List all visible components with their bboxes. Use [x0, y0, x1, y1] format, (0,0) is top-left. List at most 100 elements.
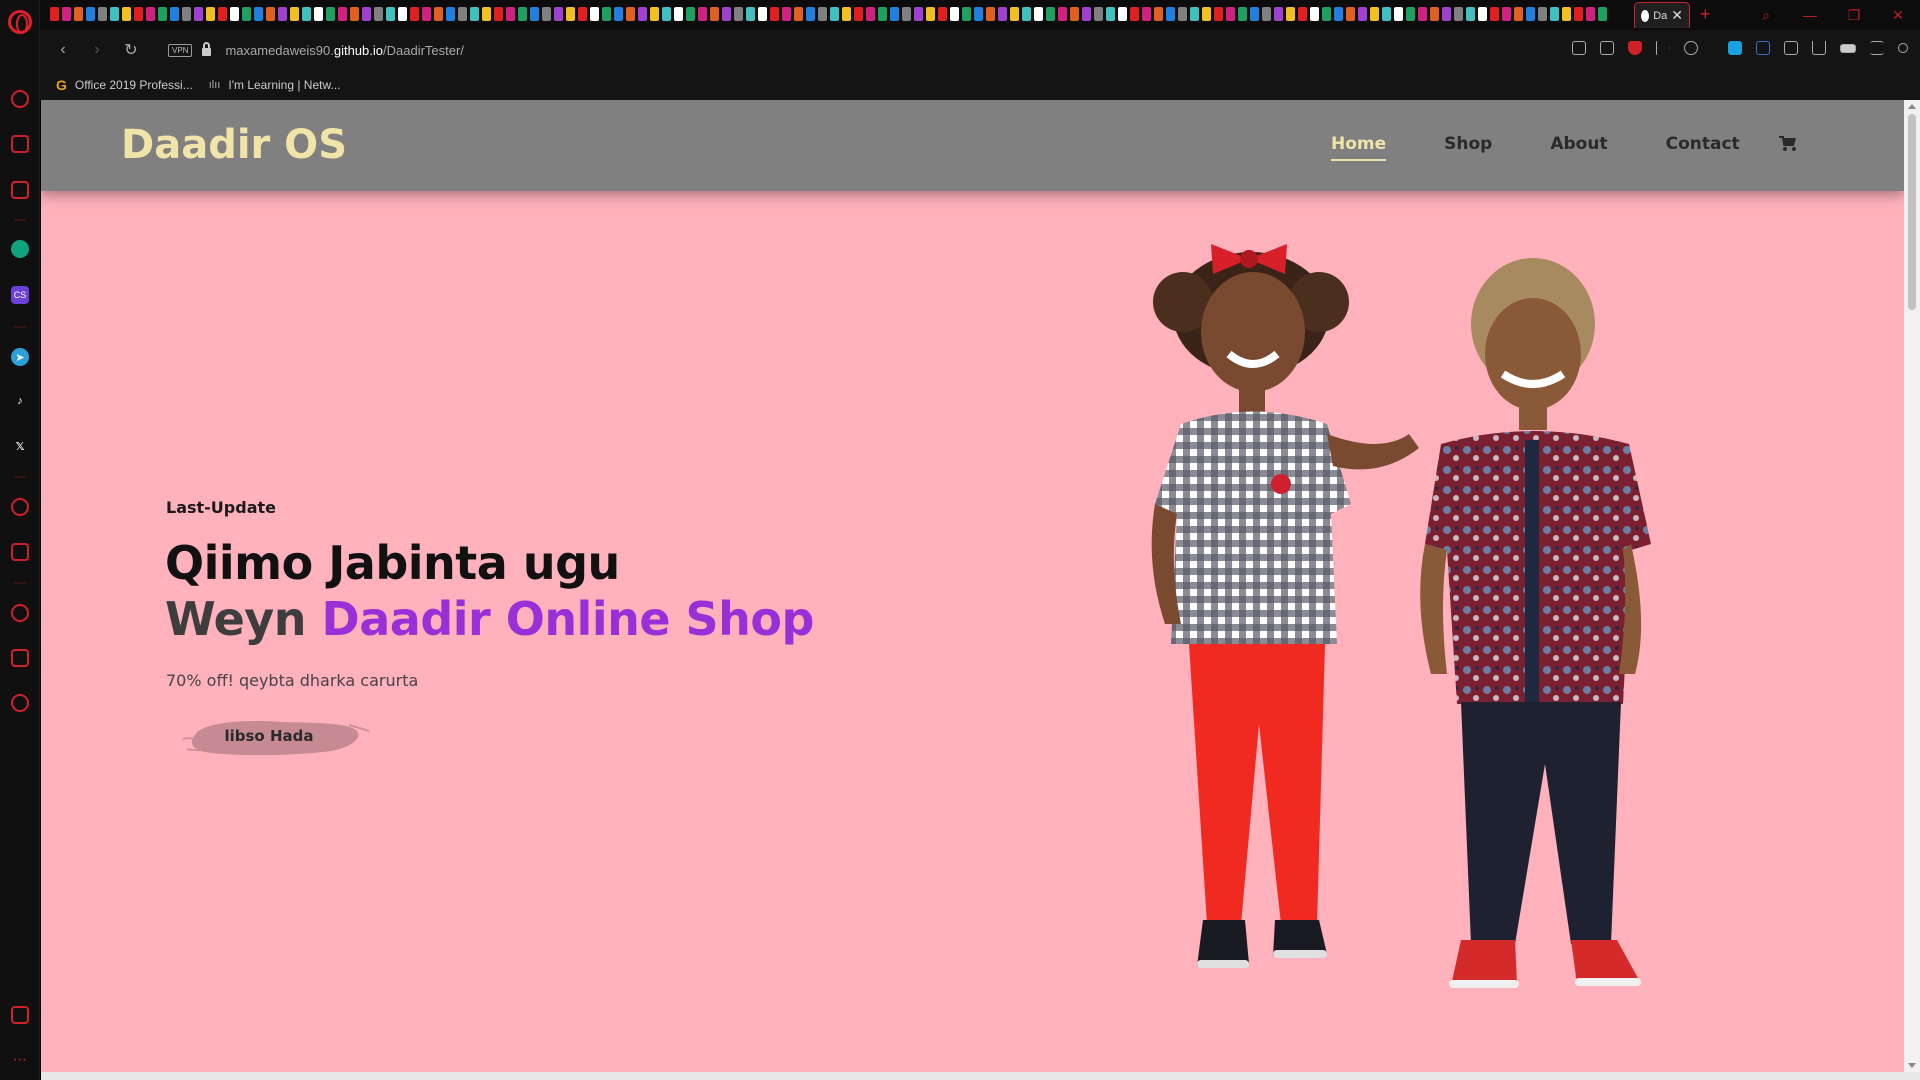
tab-favicon-icon[interactable] [854, 7, 863, 21]
tab-favicon-icon[interactable] [986, 7, 995, 21]
tab-favicon-icon[interactable] [1130, 7, 1139, 21]
tab-favicon-icon[interactable] [1154, 7, 1163, 21]
cart-icon[interactable] [1779, 136, 1797, 151]
reload-icon[interactable]: ↻ [114, 40, 148, 60]
tab-favicon-icon[interactable] [1178, 7, 1187, 21]
tab-favicon-icon[interactable] [1598, 7, 1607, 21]
tab-favicon-icon[interactable] [422, 7, 431, 21]
tab-favicon-icon[interactable] [302, 7, 311, 21]
aria-icon[interactable] [11, 181, 29, 199]
tab-favicon-icon[interactable] [74, 7, 83, 21]
tab-favicon-icon[interactable] [122, 7, 131, 21]
extensions-cube-icon[interactable] [1784, 41, 1798, 55]
bookmark-netacad[interactable]: ılıı I'm Learning | Netw... [209, 78, 341, 92]
tab-favicon-icon[interactable] [626, 7, 635, 21]
tab-favicon-icon[interactable] [866, 7, 875, 21]
tab-favicon-icon[interactable] [578, 7, 587, 21]
tab-favicon-icon[interactable] [470, 7, 479, 21]
scroll-thumb[interactable] [1908, 114, 1916, 310]
tab-favicon-icon[interactable] [1286, 7, 1295, 21]
wallpaper-icon[interactable] [11, 1006, 29, 1024]
tab-favicon-icon[interactable] [722, 7, 731, 21]
tab-favicon-icon[interactable] [602, 7, 611, 21]
tab-favicon-icon[interactable] [1358, 7, 1367, 21]
tab-favicon-icon[interactable] [878, 7, 887, 21]
tab-favicon-icon[interactable] [1538, 7, 1547, 21]
tab-favicon-icon[interactable] [1490, 7, 1499, 21]
tab-favicon-icon[interactable] [1202, 7, 1211, 21]
tab-favicon-icon[interactable] [566, 7, 575, 21]
tab-favicon-icon[interactable] [1166, 7, 1175, 21]
tab-favicon-icon[interactable] [158, 7, 167, 21]
forward-icon[interactable]: › [80, 41, 114, 59]
tab-favicon-icon[interactable] [614, 7, 623, 21]
more-icon[interactable]: ⋯ [11, 1050, 29, 1068]
tab-favicon-icon[interactable] [926, 7, 935, 21]
edit-icon[interactable] [1572, 41, 1586, 55]
tab-favicon-icon[interactable] [1562, 7, 1571, 21]
tab-favicon-icon[interactable] [1574, 7, 1583, 21]
tab-favicon-icon[interactable] [1094, 7, 1103, 21]
tab-favicon-icon[interactable] [1238, 7, 1247, 21]
tab-favicons[interactable] [50, 7, 1630, 23]
tab-favicon-icon[interactable] [518, 7, 527, 21]
tab-favicon-icon[interactable] [254, 7, 263, 21]
battery-icon[interactable] [1840, 44, 1856, 53]
tab-favicon-icon[interactable] [1250, 7, 1259, 21]
back-icon[interactable]: ‹ [46, 41, 80, 59]
tab-favicon-icon[interactable] [170, 7, 179, 21]
tiktok-icon[interactable]: ♪ [11, 392, 29, 410]
url-field[interactable]: maxamedaweis90.github.io/DaadirTester/ [225, 43, 463, 58]
new-tab-button[interactable]: + [1700, 4, 1711, 25]
speed-dial-icon[interactable] [11, 90, 29, 108]
nav-shop[interactable]: Shop [1444, 134, 1492, 154]
send-icon[interactable] [1656, 41, 1670, 55]
download-icon[interactable] [1812, 41, 1826, 55]
wallet-icon[interactable] [11, 543, 29, 561]
profile-icon[interactable] [1898, 43, 1908, 53]
tab-favicon-icon[interactable] [674, 7, 683, 21]
tab-favicon-icon[interactable] [1298, 7, 1307, 21]
tab-favicon-icon[interactable] [326, 7, 335, 21]
nav-contact[interactable]: Contact [1666, 134, 1740, 154]
snapshot-camera-icon[interactable] [1600, 41, 1614, 55]
tab-favicon-icon[interactable] [446, 7, 455, 21]
bag-icon[interactable] [11, 135, 29, 153]
restore-button[interactable]: ❐ [1832, 7, 1876, 24]
scroll-down-arrow-icon[interactable] [1908, 1063, 1916, 1068]
adblock-shield-icon[interactable] [1628, 41, 1642, 55]
tab-favicon-icon[interactable] [386, 7, 395, 21]
tab-favicon-icon[interactable] [350, 7, 359, 21]
tab-favicon-icon[interactable] [278, 7, 287, 21]
settings-gear-icon[interactable] [11, 694, 29, 712]
tab-favicon-icon[interactable] [890, 7, 899, 21]
tab-favicon-icon[interactable] [1394, 7, 1403, 21]
tab-favicon-icon[interactable] [794, 7, 803, 21]
tab-favicon-icon[interactable] [230, 7, 239, 21]
tab-favicon-icon[interactable] [194, 7, 203, 21]
tab-favicon-icon[interactable] [1550, 7, 1559, 21]
tab-favicon-icon[interactable] [914, 7, 923, 21]
tab-favicon-icon[interactable] [434, 7, 443, 21]
tab-favicon-icon[interactable] [1346, 7, 1355, 21]
tab-favicon-icon[interactable] [1082, 7, 1091, 21]
chatsonic-icon[interactable]: CS [11, 286, 29, 304]
tab-favicon-icon[interactable] [1454, 7, 1463, 21]
tab-favicon-icon[interactable] [710, 7, 719, 21]
tab-favicon-icon[interactable] [146, 7, 155, 21]
nav-home[interactable]: Home [1331, 134, 1387, 161]
tab-favicon-icon[interactable] [494, 7, 503, 21]
tab-favicon-icon[interactable] [1382, 7, 1391, 21]
nav-about[interactable]: About [1550, 134, 1607, 154]
opera-logo-icon[interactable] [8, 10, 32, 34]
tab-favicon-icon[interactable] [662, 7, 671, 21]
site-brand-logo[interactable]: Daadir OS [121, 122, 347, 168]
tab-favicon-icon[interactable] [818, 7, 827, 21]
tab-favicon-icon[interactable] [1430, 7, 1439, 21]
tab-favicon-icon[interactable] [290, 7, 299, 21]
tab-favicon-icon[interactable] [314, 7, 323, 21]
tab-favicon-icon[interactable] [1022, 7, 1031, 21]
tab-favicon-icon[interactable] [1586, 7, 1595, 21]
tab-favicon-icon[interactable] [938, 7, 947, 21]
horizontal-scrollbar[interactable] [41, 1072, 1920, 1080]
